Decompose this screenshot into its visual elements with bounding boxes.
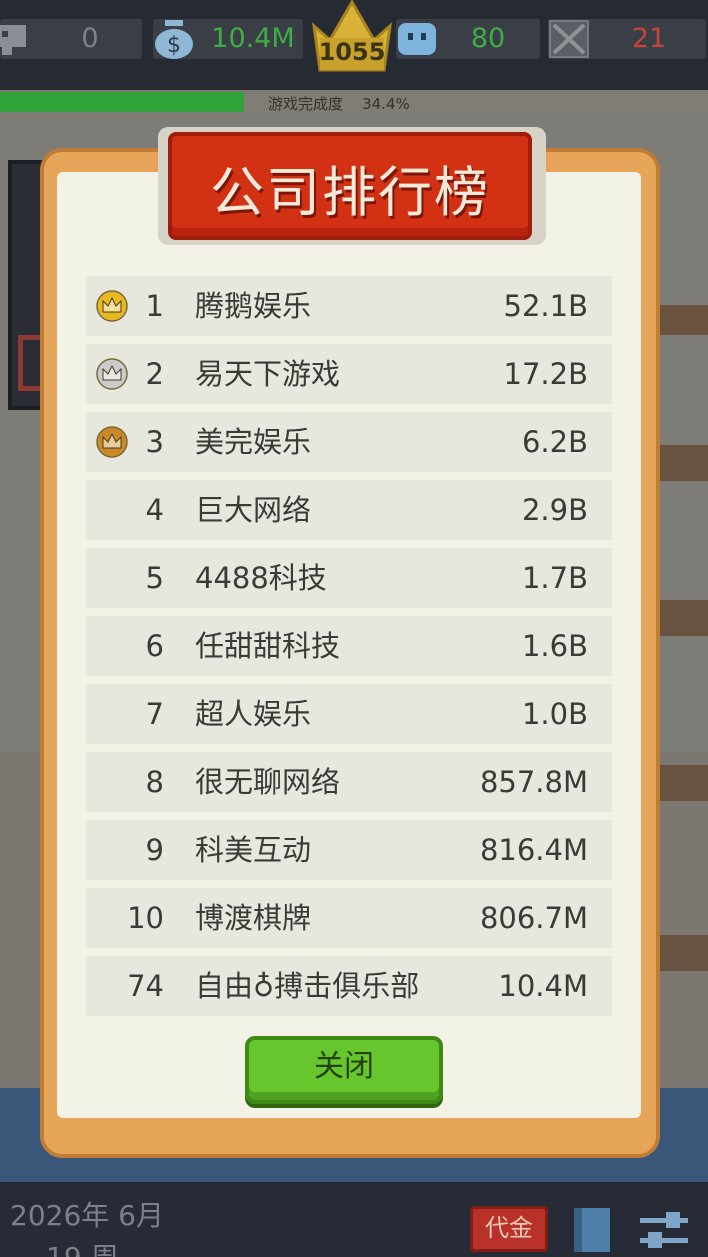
office-shelf (656, 935, 708, 971)
completion-progress-bar: 游戏完成度 34.4% (0, 92, 708, 114)
close-button[interactable]: 关闭 (245, 1036, 443, 1104)
company-value: 2.9B (521, 493, 588, 527)
company-value: 1.6B (521, 629, 588, 663)
leaderboard-row: 5 4488科技 1.7B (86, 548, 612, 608)
company-name: 美完娱乐 (195, 425, 312, 459)
company-value: 806.7M (479, 901, 588, 935)
company-value: 17.2B (503, 357, 588, 391)
company-name: 超人娱乐 (195, 697, 312, 731)
person-icon (0, 25, 26, 55)
company-name: 博渡棋牌 (195, 901, 312, 935)
rank-value: 1055 (318, 38, 386, 66)
leaderboard-row: 2 易天下游戏 17.2B (86, 344, 612, 404)
gold-coin-icon: 代金 (485, 1214, 533, 1242)
company-value: 10.4M (498, 969, 588, 1003)
rank-number: 74 (127, 969, 164, 1003)
svg-text:$: $ (167, 33, 181, 58)
completion-percent-text: 34.4% (362, 95, 410, 113)
office-shelf (656, 305, 708, 335)
money-value: 10.4M (211, 23, 295, 54)
company-name: 腾鹅娱乐 (195, 289, 312, 323)
office-shelf (656, 445, 708, 481)
rank-number: 4 (145, 493, 164, 527)
rank-badge[interactable]: 1055 (310, 0, 394, 72)
completion-progress-fill (0, 92, 244, 112)
company-name: 巨大网络 (195, 493, 312, 527)
leaderboard-row: 3 美完娱乐 6.2B (86, 412, 612, 472)
bug-stat[interactable]: 21 (548, 19, 706, 59)
company-name: 任甜甜科技 (195, 629, 341, 663)
employee-count: 0 (81, 23, 99, 54)
leaderboard-row: 4 巨大网络 2.9B (86, 480, 612, 540)
office-shelf (656, 765, 708, 801)
leaderboard-row: 7 超人娱乐 1.0B (86, 684, 612, 744)
completion-label-text: 游戏完成度 (268, 95, 344, 113)
settings-button[interactable] (640, 1210, 688, 1254)
money-bag-icon: $ (155, 20, 193, 59)
book-icon (574, 1208, 610, 1252)
leaderboard-row: 6 任甜甜科技 1.6B (86, 616, 612, 676)
cross-icon (549, 20, 589, 58)
fan-face-icon (398, 23, 436, 55)
rank-number: 1 (145, 289, 164, 323)
company-name: 易天下游戏 (195, 357, 341, 391)
fans-value: 80 (470, 23, 506, 54)
rank-number: 9 (145, 833, 164, 867)
company-name: 4488科技 (195, 561, 327, 595)
handbook-button[interactable] (570, 1206, 614, 1254)
company-name: 科美互动 (195, 833, 312, 867)
company-value: 857.8M (479, 765, 588, 799)
company-value: 816.4M (479, 833, 588, 867)
fans-stat[interactable]: 80 (396, 19, 540, 59)
rank-number: 3 (145, 425, 164, 459)
top-hud: 0 $ 10.4M 1055 80 21 (0, 0, 708, 90)
leaderboard-row: 9 科美互动 816.4M (86, 820, 612, 880)
settings-sliders-icon (640, 1212, 688, 1248)
rank-number: 6 (145, 629, 164, 663)
rank-number: 5 (145, 561, 164, 595)
completion-progress-label: 游戏完成度 34.4% (268, 93, 410, 114)
current-week: 19 周 (46, 1236, 119, 1257)
company-value: 1.0B (521, 697, 588, 731)
money-stat[interactable]: $ 10.4M (153, 19, 303, 59)
leaderboard-row: 1 腾鹅娱乐 52.1B (86, 276, 612, 336)
rank-number: 10 (127, 901, 164, 935)
company-value: 1.7B (521, 561, 588, 595)
current-date: 2026年 6月 (10, 1199, 164, 1232)
rank-number: 7 (145, 697, 164, 731)
rank-number: 8 (145, 765, 164, 799)
bug-value: 21 (631, 23, 667, 54)
leaderboard-row: 8 很无聊网络 857.8M (86, 752, 612, 812)
company-name: 很无聊网络 (195, 765, 341, 799)
company-value: 6.2B (521, 425, 588, 459)
leaderboard-row: 74 自由♁搏击俱乐部 10.4M (86, 956, 612, 1016)
voucher-button[interactable]: 代金 (470, 1206, 548, 1252)
office-shelf (656, 600, 708, 636)
leaderboard-title: 公司排行榜 (210, 161, 490, 224)
company-name: 自由♁搏击俱乐部 (195, 969, 420, 1003)
leaderboard-row: 10 博渡棋牌 806.7M (86, 888, 612, 948)
rank-number: 2 (145, 357, 164, 391)
employee-stat[interactable]: 0 (0, 19, 142, 59)
company-value: 52.1B (503, 289, 588, 323)
